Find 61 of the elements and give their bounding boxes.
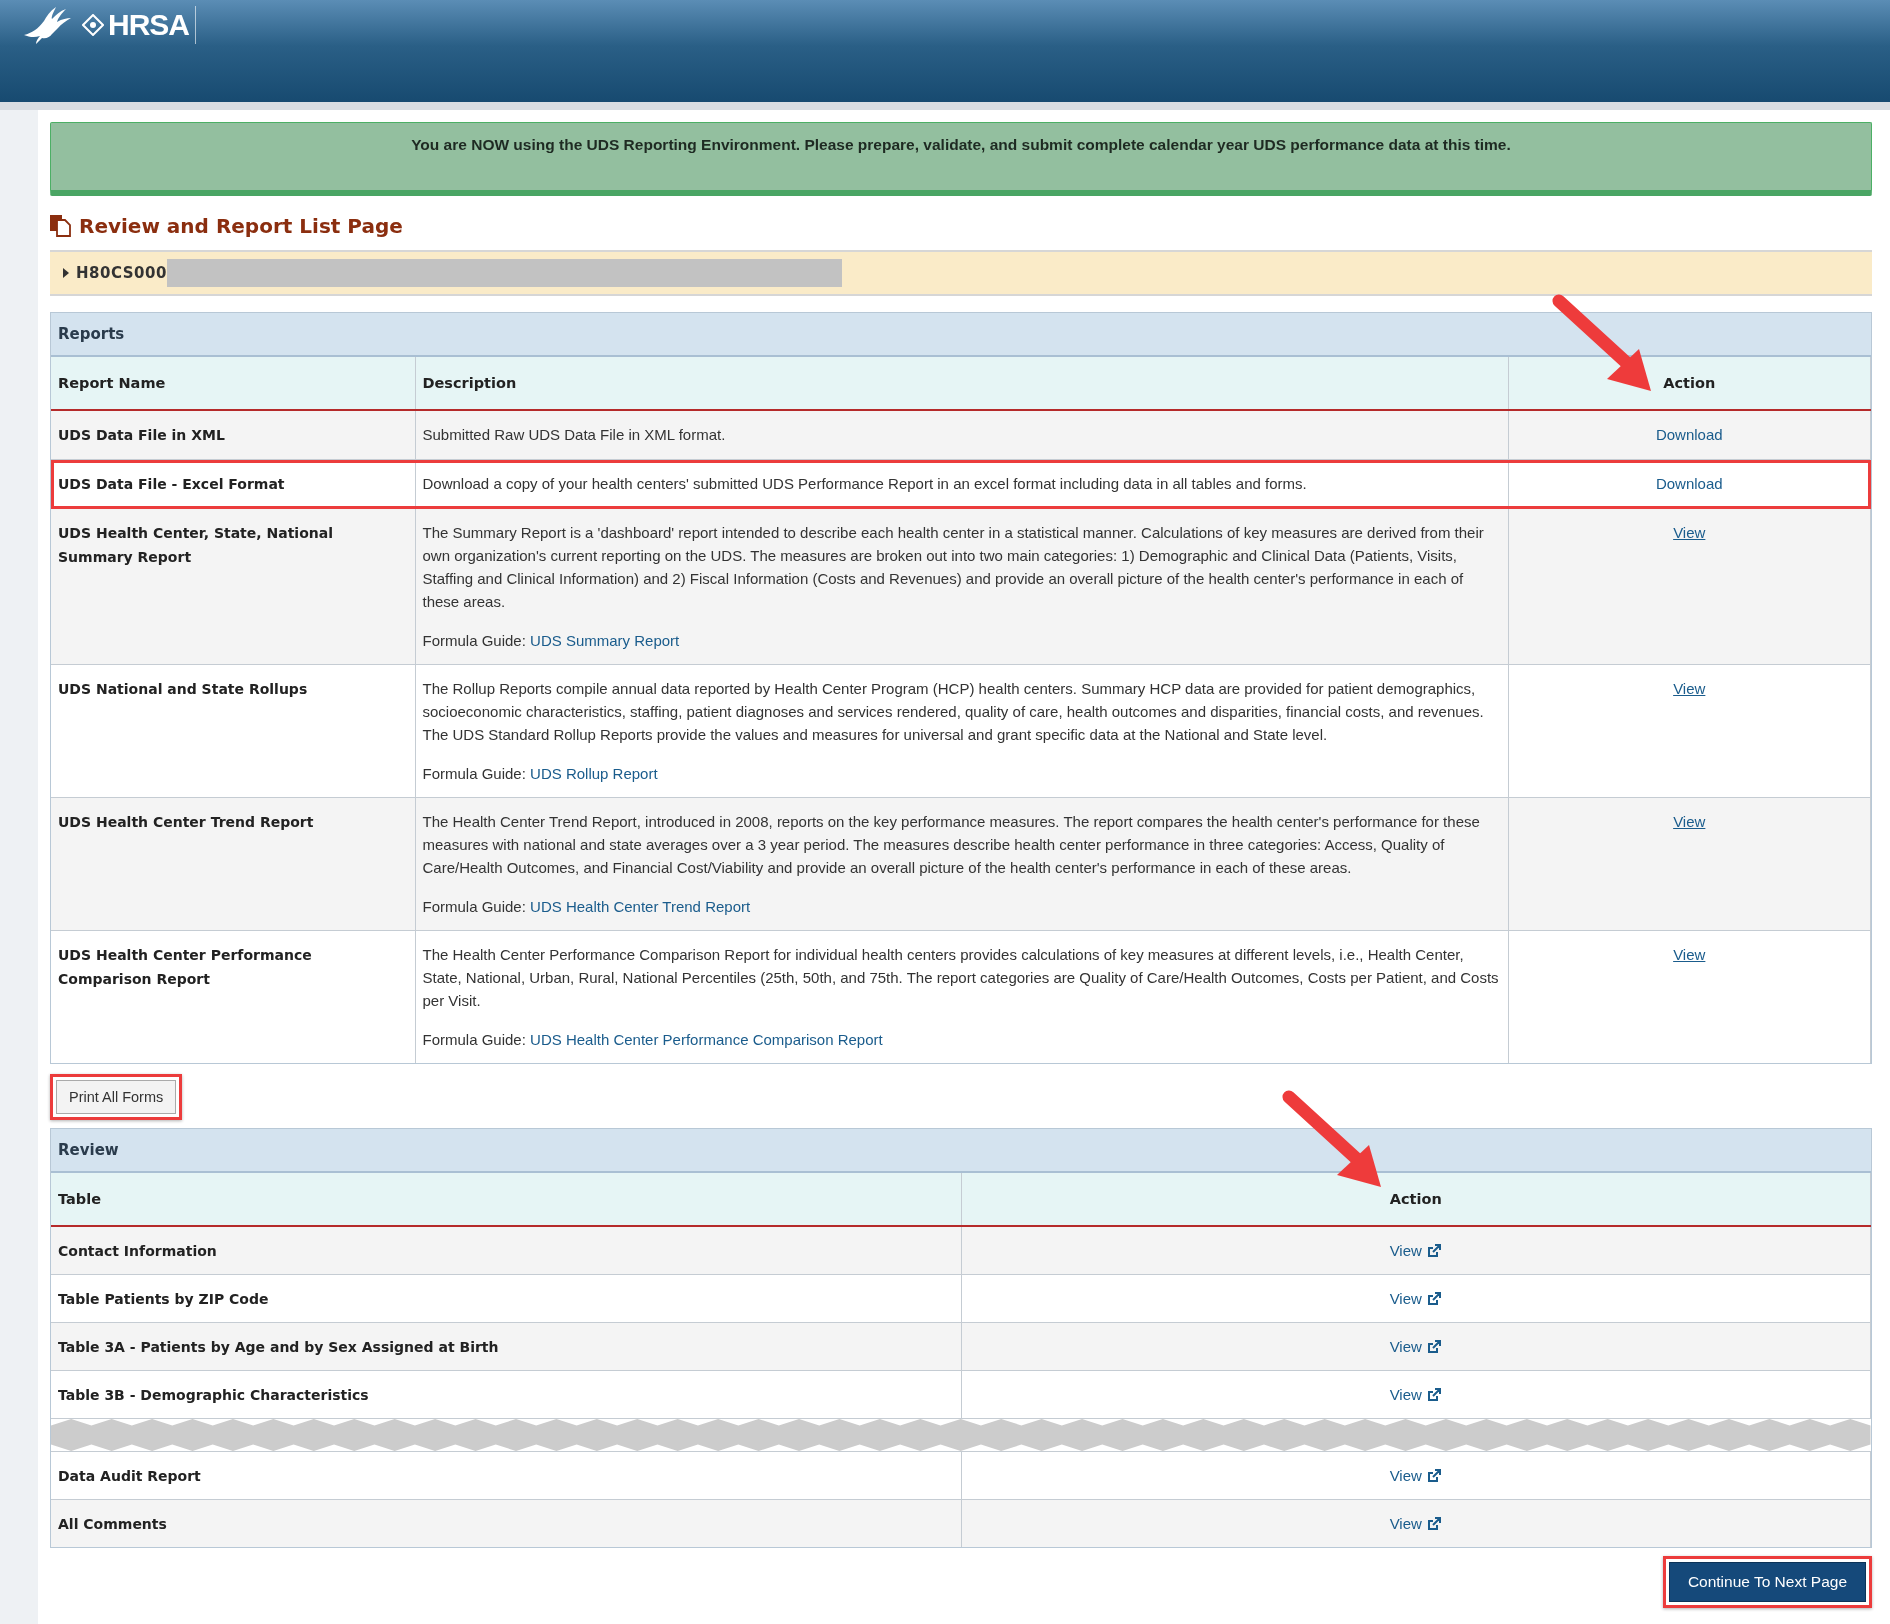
table-name: All Comments (58, 1516, 167, 1532)
notice-banner: You are NOW using the UDS Reporting Environment. Please prepare, validate, and submit complete calendar year UDS performance data at this time. (50, 122, 1872, 196)
column-header: Report Name (51, 357, 415, 410)
download-link[interactable]: Download (1655, 426, 1723, 443)
external-link-icon (1425, 1242, 1442, 1259)
column-header: Action (961, 1173, 1871, 1226)
view-link[interactable]: View (1389, 1335, 1442, 1358)
view-link[interactable]: View (1673, 524, 1706, 541)
table-name: Table 3A - Patients by Age and by Sex Assigned at Birth (58, 1339, 499, 1355)
continue-button[interactable]: Continue To Next Page (1668, 1562, 1866, 1602)
view-link[interactable]: View (1389, 1287, 1442, 1310)
report-name: UDS Health Center Trend Report (58, 814, 314, 830)
documents-icon (50, 215, 71, 237)
column-header: Table (51, 1173, 961, 1226)
report-name: UDS National and State Rollups (58, 681, 308, 697)
table-name: Table Patients by ZIP Code (58, 1291, 269, 1307)
external-link-icon (1425, 1467, 1442, 1484)
column-header: Description (415, 357, 1508, 410)
report-description: The Health Center Performance Comparison Report for individual health centers provides calculations of key measures at different levels, i.e., Health Center, State, National, Urban, Rural, National Percentiles (25th, 50th, and 75th. The report categories are Quality of Care/Health Outcomes, Costs per Patient, and Costs per Visit. (422, 945, 1500, 1011)
report-description: Download a copy of your health centers' submitted UDS Performance Report in an excel format including data in all tables and forms. (422, 474, 1308, 494)
view-link[interactable]: View (1673, 680, 1706, 697)
report-name: UDS Data File - Excel Format (58, 476, 285, 492)
page-title: Review and Report List Page (79, 214, 403, 238)
view-link[interactable]: View (1673, 813, 1706, 830)
external-link-icon (1425, 1290, 1442, 1307)
report-description: The Rollup Reports compile annual data reported by Health Center Program (HCP) health centers. Summary HCP data are provided for patient demographics, socioeconomic characteristics, staffing, patient diagnoses and services rendered, quality of care, health outcomes and disparities, financial costs, and revenues. (422, 679, 1485, 722)
formula-guide-link[interactable]: UDS Rollup Report (530, 765, 658, 782)
report-description: The Summary Report is a 'dashboard' report intended to describe each health center in a statistical manner. Calculations of key measures are derived from their own organization's current reporting on the UDS. The measures are broken out into two main categories: 1) Demographic and Clinical Data (Patients, Visits, Staffing and Clinical Information) and 2) Fiscal Information (Costs and Revenues) and provide an overall picture of the health center's performance in each of these areas. (422, 523, 1485, 612)
formula-guide-link[interactable]: UDS Health Center Trend Report (530, 898, 751, 915)
formula-guide-link[interactable]: UDS Health Center Performance Comparison Report (530, 1031, 883, 1048)
table-name: Table 3B - Demographic Characteristics (58, 1387, 369, 1403)
view-link[interactable]: View (1389, 1383, 1442, 1406)
formula-guide-link[interactable]: UDS Summary Report (530, 632, 680, 649)
report-name: UDS Health Center Performance Comparison Report (58, 947, 312, 987)
formula-guide-label: Formula Guide: (422, 1031, 526, 1048)
column-header: Action (1508, 357, 1871, 410)
formula-guide-label: Formula Guide: (422, 632, 526, 649)
formula-guide-label: Formula Guide: (422, 898, 526, 915)
print-all-forms-button[interactable]: Print All Forms (56, 1080, 177, 1114)
table-name: Data Audit Report (58, 1468, 201, 1484)
report-name: UDS Data File in XML (58, 427, 225, 443)
section-header: Review (51, 1129, 1871, 1173)
hrsa-logo-text: HRSA (108, 8, 189, 42)
view-link[interactable]: View (1389, 1239, 1442, 1262)
external-link-icon (1425, 1338, 1442, 1355)
external-link-icon (1425, 1386, 1442, 1403)
diamond-emblem-icon (82, 14, 104, 36)
expand-triangle-icon[interactable] (62, 267, 70, 279)
view-link[interactable]: View (1389, 1512, 1442, 1535)
report-description: Submitted Raw UDS Data File in XML format. (422, 425, 727, 445)
report-description: The UDS Standard Rollup Reports provide the values and measures for universal and grant specific data at the National and State level. (422, 725, 1329, 745)
download-link[interactable]: Download (1655, 475, 1723, 492)
formula-guide-label: Formula Guide: (422, 765, 526, 782)
table-name: Contact Information (58, 1243, 217, 1259)
report-name: UDS Health Center, State, National Summary Report (58, 525, 333, 565)
view-link[interactable]: View (1389, 1464, 1442, 1487)
view-link[interactable]: View (1673, 946, 1706, 963)
external-link-icon (1425, 1515, 1442, 1532)
report-description: The Health Center Trend Report, introduced in 2008, reports on the key performance measures. The report compares the health center's performance for these measures with national and state averages over a 3 year period. The measures describe health center performance in three categories: Access, Quality of Care/Health Outcomes, and Financial Cost/Viability and provide an overall picture of the health center's performance in each of these areas. (422, 812, 1481, 878)
grantee-id[interactable]: H80CS000 (76, 264, 167, 282)
section-header: Reports (51, 313, 1871, 357)
